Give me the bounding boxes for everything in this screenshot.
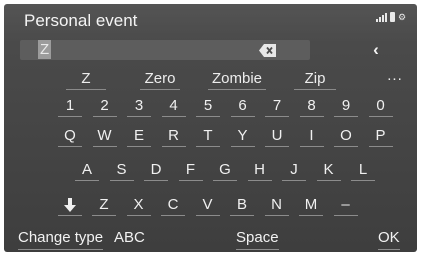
suggestion-item[interactable]: Z [66, 69, 106, 90]
input-mode-label[interactable]: ABC [114, 228, 145, 248]
key-e[interactable]: E [125, 125, 153, 147]
ok-button[interactable]: OK [378, 228, 400, 250]
keyboard-screen: Personal event ⚙ Z ‹ Z Zero Zombie Zip ... … [4, 4, 417, 252]
suggestion-item[interactable]: Zip [294, 69, 336, 90]
key-z[interactable]: Z [90, 194, 118, 216]
key-0[interactable]: 0 [367, 95, 395, 117]
more-suggestions-button[interactable]: ... [376, 68, 414, 89]
key-j[interactable]: J [280, 159, 308, 181]
key-c[interactable]: C [159, 194, 187, 216]
signal-icon [376, 13, 387, 22]
key-i[interactable]: I [298, 125, 326, 147]
key-2[interactable]: 2 [91, 95, 119, 117]
key-a[interactable]: A [73, 159, 101, 181]
key-o[interactable]: O [332, 125, 360, 147]
status-icons: ⚙ [376, 12, 406, 22]
key-1[interactable]: 1 [56, 95, 84, 117]
space-button[interactable]: Space [236, 228, 279, 250]
battery-icon [390, 12, 395, 22]
key-b[interactable]: B [228, 194, 256, 216]
suggestion-item[interactable]: Zero [140, 69, 180, 90]
key-h[interactable]: H [246, 159, 274, 181]
key-t[interactable]: T [194, 125, 222, 147]
key-4[interactable]: 4 [160, 95, 188, 117]
suggestion-item[interactable]: Zombie [208, 69, 266, 90]
key-8[interactable]: 8 [298, 95, 326, 117]
arrow-down-icon[interactable] [56, 194, 84, 216]
backspace-icon[interactable] [259, 44, 277, 57]
key-d[interactable]: D [142, 159, 170, 181]
key-9[interactable]: 9 [332, 95, 360, 117]
key-m[interactable]: M [297, 194, 325, 216]
settings-icon: ⚙ [398, 12, 407, 22]
key-n[interactable]: N [263, 194, 291, 216]
key-q[interactable]: Q [56, 125, 84, 147]
key-k[interactable]: K [315, 159, 343, 181]
key-6[interactable]: 6 [229, 95, 257, 117]
page-title: Personal event [24, 11, 138, 30]
key-g[interactable]: G [211, 159, 239, 181]
key-x[interactable]: X [125, 194, 153, 216]
key-l[interactable]: L [349, 159, 377, 181]
key-w[interactable]: W [91, 125, 119, 147]
key-7[interactable]: 7 [263, 95, 291, 117]
key-r[interactable]: R [160, 125, 188, 147]
key-f[interactable]: F [177, 159, 205, 181]
change-type-button[interactable]: Change type [18, 228, 104, 250]
key-v[interactable]: V [194, 194, 222, 216]
key-u[interactable]: U [263, 125, 291, 147]
chevron-left-icon[interactable]: ‹ [365, 40, 387, 60]
key-s[interactable]: S [108, 159, 136, 181]
key-5[interactable]: 5 [194, 95, 222, 117]
key-dash[interactable]: – [332, 194, 360, 216]
key-y[interactable]: Y [229, 125, 257, 147]
key-p[interactable]: P [367, 125, 395, 147]
key-3[interactable]: 3 [125, 95, 153, 117]
input-value: Z [38, 40, 52, 59]
